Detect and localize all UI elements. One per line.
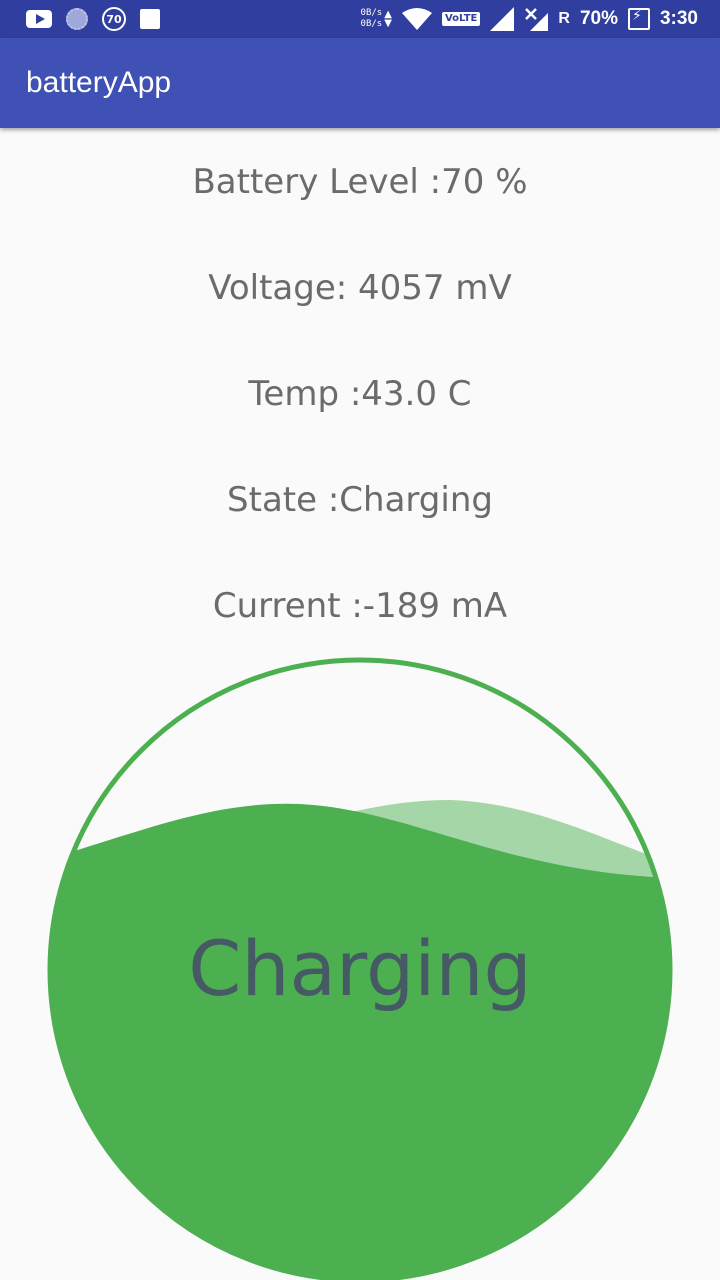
app-title: batteryApp [26, 66, 172, 99]
state-text: State :Charging [0, 480, 720, 520]
current-text: Current :-189 mA [0, 586, 720, 626]
square-notification-icon [140, 9, 160, 29]
state-value: Charging [339, 480, 493, 520]
no-signal-icon [525, 8, 549, 31]
battery-level-label: Battery Level : [192, 162, 442, 202]
voltage-text: Voltage: 4057 mV [0, 268, 720, 308]
app-bar: batteryApp [0, 38, 720, 128]
system-icons: 0B/s 0B/s ▲▼ VoLTE R 70% 3:30 [361, 4, 698, 34]
clock: 3:30 [659, 8, 698, 29]
network-speed: 0B/s 0B/s ▲ ▼ [361, 8, 392, 30]
notification-icons: 70 [26, 7, 160, 31]
battery-percent: 70% [579, 8, 618, 29]
youtube-icon [26, 10, 52, 28]
sync-dots-icon [66, 8, 88, 30]
status-bar: 70 0B/s 0B/s ▲▼ VoLTE R 70% 3:30 [0, 0, 720, 38]
wave-state-label: Charging [188, 924, 532, 1013]
temp-text: Temp :43.0 C [0, 374, 720, 414]
front-wave [50, 803, 670, 1280]
notification-badge-icon: 70 [102, 7, 126, 31]
up-down-arrows-icon: ▲ ▼ [384, 9, 392, 29]
net-up-speed: 0B/s [360, 8, 383, 18]
current-label: Current : [212, 586, 363, 626]
volte-icon: VoLTE [441, 12, 481, 26]
wifi-icon [401, 8, 432, 30]
temp-value: 43.0 C [361, 374, 472, 414]
signal-icon [490, 7, 515, 31]
voltage-label: Voltage: [208, 268, 359, 308]
current-value: -189 mA [362, 586, 508, 626]
net-down-speed: 0B/s [360, 19, 383, 29]
battery-level-text: Battery Level :70 % [0, 162, 720, 202]
voltage-value: 4057 mV [358, 268, 512, 308]
roaming-indicator: R [558, 10, 570, 27]
battery-level-value: 70 % [441, 162, 528, 202]
state-label: State : [227, 480, 340, 520]
battery-charging-icon [627, 8, 650, 30]
temp-label: Temp : [248, 374, 362, 414]
